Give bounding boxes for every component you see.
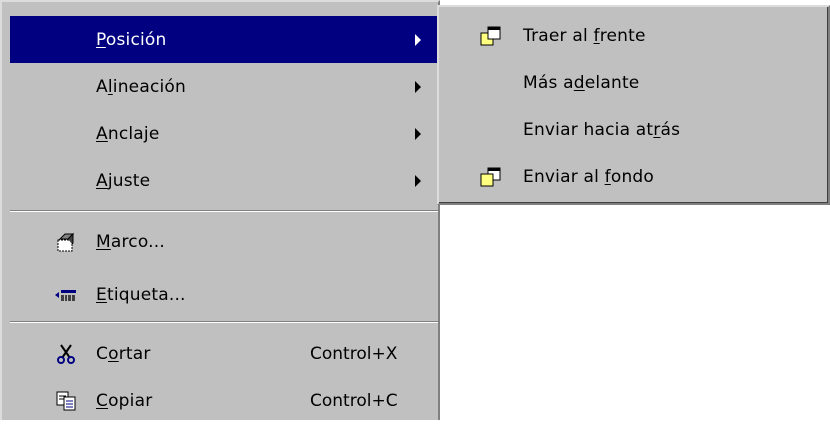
send-to-back-icon <box>479 165 503 189</box>
menu-item-ajuste[interactable]: Ajuste <box>10 157 438 204</box>
submenu-arrow-icon <box>415 127 421 140</box>
submenu-arrow-icon <box>415 80 421 93</box>
submenu-item-enviar-hacia-atras[interactable]: Enviar hacia atrás <box>445 106 825 153</box>
menu-item-label: Copiar <box>96 390 153 411</box>
menu-item-anclaje[interactable]: Anclaje <box>10 110 438 157</box>
context-menu: Posición Alineación Anclaje Ajuste Marco… <box>0 0 440 420</box>
menu-item-label: Enviar al fondo <box>523 166 655 187</box>
menu-item-label: Enviar hacia atrás <box>523 119 681 140</box>
submenu-item-enviar-al-fondo[interactable]: Enviar al fondo <box>445 153 825 200</box>
frame-properties-icon <box>54 230 78 254</box>
menu-item-label: Traer al frente <box>523 25 646 46</box>
menu-item-label: Cortar <box>96 343 151 364</box>
scissors-icon <box>54 342 78 366</box>
bring-to-front-icon <box>479 24 503 48</box>
menu-item-label: Etiqueta... <box>96 284 186 305</box>
menu-item-cortar[interactable]: Cortar Control+X <box>10 330 438 377</box>
menu-item-label: Anclaje <box>96 123 160 144</box>
shortcut-label: Control+C <box>310 390 398 411</box>
menu-item-label: Más adelante <box>523 72 640 93</box>
menu-separator <box>10 321 438 323</box>
submenu-item-traer-al-frente[interactable]: Traer al frente <box>445 12 825 59</box>
menu-item-label: Ajuste <box>96 170 151 191</box>
menu-item-label: Alineación <box>96 76 187 97</box>
menu-item-label: Marco... <box>96 231 165 252</box>
menu-item-marco[interactable]: Marco... <box>10 218 438 265</box>
menu-separator <box>10 210 438 212</box>
menu-item-label: Posición <box>96 29 167 50</box>
menu-item-copiar[interactable]: Copiar Control+C <box>10 377 438 424</box>
position-submenu: Traer al frente Más adelante Enviar haci… <box>437 5 830 205</box>
menu-item-etiqueta[interactable]: Etiqueta... <box>10 271 438 318</box>
menu-item-posicion[interactable]: Posición <box>10 16 438 63</box>
submenu-arrow-icon <box>415 174 421 187</box>
label-icon <box>54 283 78 307</box>
shortcut-label: Control+X <box>310 343 398 364</box>
copy-icon <box>54 389 78 413</box>
submenu-arrow-icon <box>415 33 421 46</box>
submenu-item-mas-adelante[interactable]: Más adelante <box>445 59 825 106</box>
menu-item-alineacion[interactable]: Alineación <box>10 63 438 110</box>
